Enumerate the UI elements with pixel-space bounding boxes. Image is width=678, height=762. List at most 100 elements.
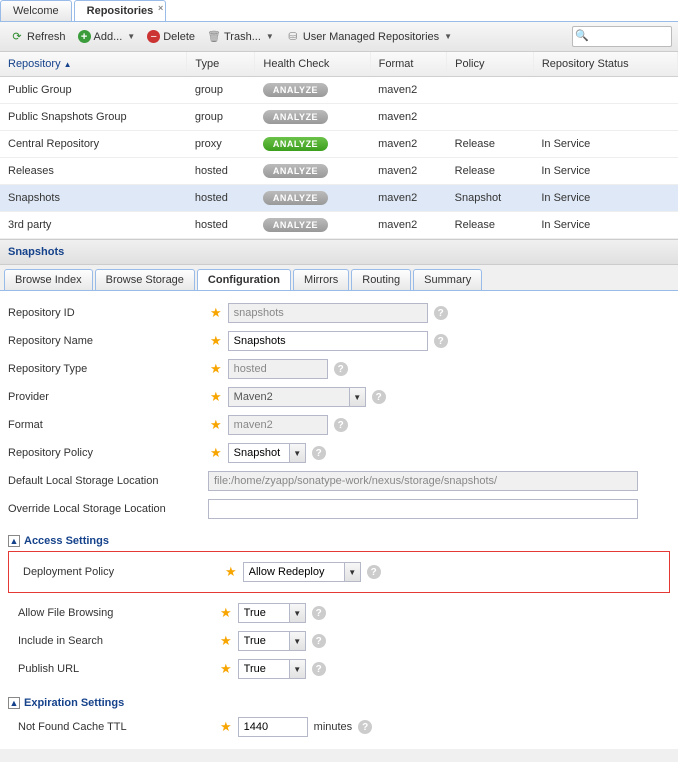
analyze-button[interactable]: ANALYZE (263, 191, 328, 205)
minus-icon: − (147, 30, 160, 43)
help-icon[interactable]: ? (358, 720, 372, 734)
config-form: Repository ID ★ ? Repository Name ★ ? Re… (0, 291, 678, 749)
chevron-down-icon[interactable]: ▼ (289, 444, 305, 462)
close-icon[interactable]: × (158, 3, 163, 13)
required-icon: ★ (220, 605, 232, 621)
row-override-storage: Override Local Storage Location (8, 495, 670, 523)
label-repo-type: Repository Type (8, 363, 208, 375)
cell-policy: Release (447, 131, 534, 158)
table-row[interactable]: Public GroupgroupANALYZEmaven2 (0, 77, 678, 104)
subtab-summary[interactable]: Summary (413, 269, 482, 290)
label-provider: Provider (8, 391, 208, 403)
add-button[interactable]: + Add... ▼ (74, 28, 140, 45)
required-icon: ★ (220, 633, 232, 649)
tab-welcome[interactable]: Welcome (0, 0, 72, 21)
subtab-browse-index[interactable]: Browse Index (4, 269, 93, 290)
help-icon[interactable]: ? (434, 306, 448, 320)
cell-name: Snapshots (0, 185, 187, 212)
analyze-button[interactable]: ANALYZE (263, 218, 328, 232)
help-icon[interactable]: ? (334, 418, 348, 432)
table-row[interactable]: ReleaseshostedANALYZEmaven2ReleaseIn Ser… (0, 158, 678, 185)
table-row[interactable]: Public Snapshots GroupgroupANALYZEmaven2 (0, 104, 678, 131)
analyze-button[interactable]: ANALYZE (263, 137, 328, 151)
collapse-icon[interactable]: ▲ (8, 697, 20, 709)
help-icon[interactable]: ? (312, 634, 326, 648)
table-row[interactable]: 3rd partyhostedANALYZEmaven2ReleaseIn Se… (0, 212, 678, 239)
col-status[interactable]: Repository Status (533, 52, 677, 77)
cell-name: Public Snapshots Group (0, 104, 187, 131)
trash-button[interactable]: 🗑 Trash... ▼ (203, 28, 278, 46)
allow-browse-select[interactable]: ▼ (238, 603, 306, 623)
col-policy[interactable]: Policy (447, 52, 534, 77)
database-icon: ⛁ (286, 30, 300, 44)
help-icon[interactable]: ? (312, 606, 326, 620)
help-icon[interactable]: ? (312, 446, 326, 460)
chevron-down-icon: ▼ (349, 388, 365, 406)
help-icon[interactable]: ? (334, 362, 348, 376)
subtab-browse-storage[interactable]: Browse Storage (95, 269, 195, 290)
button-label: Delete (163, 31, 195, 43)
override-storage-input[interactable] (208, 499, 638, 519)
subtab-mirrors[interactable]: Mirrors (293, 269, 349, 290)
label-format: Format (8, 419, 208, 431)
help-icon[interactable]: ? (434, 334, 448, 348)
row-include-search: Include in Search ★ ▼ ? (8, 627, 670, 655)
chevron-down-icon[interactable]: ▼ (289, 604, 305, 622)
subtab-routing[interactable]: Routing (351, 269, 411, 290)
required-icon: ★ (220, 661, 232, 677)
col-type[interactable]: Type (187, 52, 255, 77)
cell-format: maven2 (370, 212, 447, 239)
delete-button[interactable]: − Delete (143, 28, 199, 45)
sort-asc-icon: ▲ (64, 60, 72, 69)
cell-name: Releases (0, 158, 187, 185)
user-managed-button[interactable]: ⛁ User Managed Repositories ▼ (282, 28, 456, 46)
subtab-configuration[interactable]: Configuration (197, 269, 291, 290)
chevron-down-icon[interactable]: ▼ (344, 563, 360, 581)
chevron-down-icon[interactable]: ▼ (289, 632, 305, 650)
refresh-icon: ⟳ (10, 30, 24, 44)
cell-type: group (187, 104, 255, 131)
deploy-policy-select[interactable]: ▼ (243, 562, 361, 582)
refresh-button[interactable]: ⟳ Refresh (6, 28, 70, 46)
cell-health: ANALYZE (255, 77, 370, 104)
cell-status: In Service (533, 131, 677, 158)
table-row[interactable]: Central RepositoryproxyANALYZEmaven2Rele… (0, 131, 678, 158)
help-icon[interactable]: ? (312, 662, 326, 676)
collapse-icon[interactable]: ▲ (8, 535, 20, 547)
repo-policy-select[interactable]: ▼ (228, 443, 306, 463)
label-allow-browse: Allow File Browsing (8, 607, 218, 619)
cell-health: ANALYZE (255, 104, 370, 131)
label-deploy-policy: Deployment Policy (13, 566, 223, 578)
row-repo-id: Repository ID ★ ? (8, 299, 670, 327)
help-icon[interactable]: ? (372, 390, 386, 404)
allow-browse-value (239, 604, 289, 622)
cell-policy: Snapshot (447, 185, 534, 212)
button-label: Refresh (27, 31, 66, 43)
nfc-ttl-input[interactable] (238, 717, 308, 737)
col-health[interactable]: Health Check (255, 52, 370, 77)
analyze-button[interactable]: ANALYZE (263, 83, 328, 97)
row-deploy-policy: Deployment Policy ★ ▼ ? (13, 558, 665, 586)
analyze-button[interactable]: ANALYZE (263, 164, 328, 178)
deploy-policy-value (244, 563, 344, 581)
col-repository[interactable]: Repository▲ (0, 52, 187, 77)
search-box: 🔍 (572, 26, 672, 47)
analyze-button[interactable]: ANALYZE (263, 110, 328, 124)
chevron-down-icon[interactable]: ▼ (289, 660, 305, 678)
tab-repositories[interactable]: Repositories × (74, 0, 167, 21)
cell-policy: Release (447, 212, 534, 239)
row-repo-policy: Repository Policy ★ ▼ ? (8, 439, 670, 467)
format-input (228, 415, 328, 435)
table-row[interactable]: SnapshotshostedANALYZEmaven2SnapshotIn S… (0, 185, 678, 212)
publish-url-select[interactable]: ▼ (238, 659, 306, 679)
cell-type: group (187, 77, 255, 104)
help-icon[interactable]: ? (367, 565, 381, 579)
cell-health: ANALYZE (255, 185, 370, 212)
provider-select: ▼ (228, 387, 366, 407)
include-search-select[interactable]: ▼ (238, 631, 306, 651)
cell-policy (447, 77, 534, 104)
repo-name-input[interactable] (228, 331, 428, 351)
search-icon: 🔍 (575, 29, 589, 42)
col-format[interactable]: Format (370, 52, 447, 77)
repo-type-input (228, 359, 328, 379)
